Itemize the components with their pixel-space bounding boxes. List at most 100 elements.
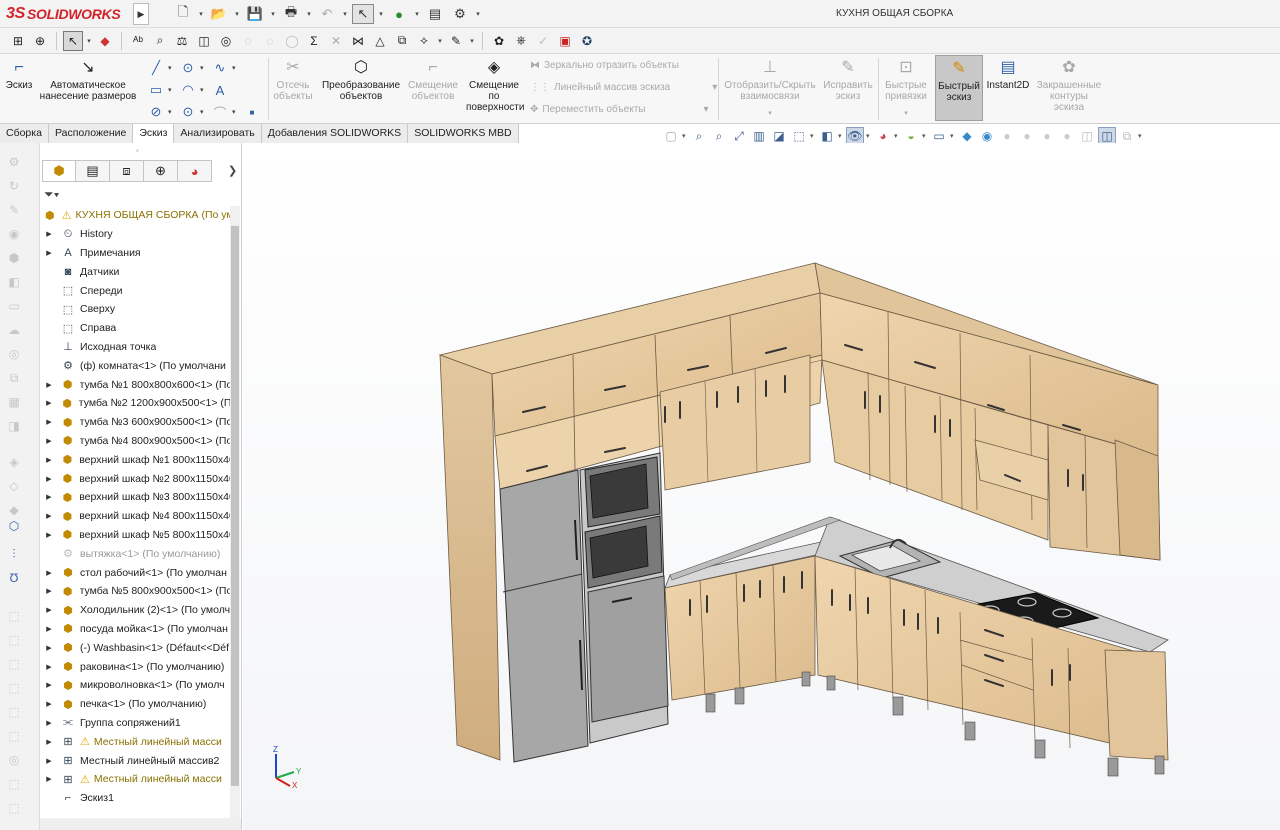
section-icon[interactable]: ◫ xyxy=(194,31,214,51)
insert-component-icon[interactable]: ⊞ xyxy=(8,31,28,51)
options-dropdown-icon[interactable]: ▾ xyxy=(474,10,482,18)
point-icon[interactable]: ■ xyxy=(242,102,262,122)
tab-assembly[interactable]: Сборка xyxy=(0,124,49,143)
tree-item[interactable]: ▶ ⬢ печка<1> (По умолчанию) xyxy=(40,695,230,714)
tab-mbd[interactable]: SOLIDWORKS MBD xyxy=(408,124,519,143)
view-settings-dropdown[interactable]: ▾ xyxy=(950,132,956,140)
linear-pattern-button[interactable]: ⋮⋮ Линейный массив эскиза ▾ xyxy=(530,82,717,93)
slot-dropdown[interactable]: ▾ xyxy=(168,102,176,122)
mirror-entities-button[interactable]: ⧓ Зеркально отразить объекты xyxy=(530,60,679,71)
feature-manager-tab-icon[interactable]: ⬢ xyxy=(42,160,76,182)
trim-button[interactable]: ✂ Отсечь объекты xyxy=(272,59,314,102)
tree-item[interactable]: ▶ ⬢ тумба №2 1200х900х500<1> (По xyxy=(40,394,230,413)
tree-scrollbar[interactable] xyxy=(230,206,240,826)
expand-arrow-icon[interactable]: ▶ xyxy=(44,738,54,746)
text-icon[interactable]: A xyxy=(210,80,230,100)
tree-item[interactable]: ◙ Датчики xyxy=(40,262,230,281)
polygon-icon[interactable]: ⊙ xyxy=(178,102,198,122)
expand-arrow-icon[interactable]: ▶ xyxy=(44,230,54,238)
display-manager-tab-icon[interactable]: ◕ xyxy=(178,160,212,182)
expand-arrow-icon[interactable]: ▶ xyxy=(44,512,54,520)
strip-pattern-icon[interactable]: ⫶ xyxy=(6,547,22,563)
strip-tool-icon[interactable]: ⬚ xyxy=(6,729,22,745)
save-icon[interactable]: 💾 xyxy=(244,4,266,24)
tree-scrollbar-thumb[interactable] xyxy=(231,226,239,786)
strip-tool-icon[interactable]: ◎ xyxy=(6,347,22,363)
select-icon[interactable]: ↖ xyxy=(352,4,374,24)
menu-expand-button[interactable]: ▶ xyxy=(133,3,149,25)
sketch-button[interactable]: ⌐ Эскиз xyxy=(4,59,34,91)
filter-icon[interactable]: ⏷▾ xyxy=(44,187,59,202)
expand-arrow-icon[interactable]: ▶ xyxy=(44,456,54,464)
tree-item[interactable]: ⚙ вытяжка<1> (По умолчанию) xyxy=(40,544,230,563)
monitor-dropdown[interactable]: ▾ xyxy=(1138,132,1144,140)
curvature-icon[interactable]: ✕ xyxy=(326,31,346,51)
strip-tool-icon[interactable]: ▦ xyxy=(6,395,22,411)
move-entities-button[interactable]: ✥ Переместить объекты ▾ xyxy=(530,104,709,115)
tab-sketch[interactable]: Эскиз xyxy=(133,124,175,143)
orientation-dropdown[interactable]: ▾ xyxy=(810,132,816,140)
fillet-icon[interactable]: ⌒ xyxy=(210,102,230,122)
offset-entities-button[interactable]: ⌐ Смещение объектов xyxy=(406,59,460,102)
strip-tool-icon[interactable]: ↻ xyxy=(6,179,22,195)
save-dropdown-icon[interactable]: ▾ xyxy=(269,10,277,18)
dimxpert-tab-icon[interactable]: ⊕ xyxy=(144,160,178,182)
expand-arrow-icon[interactable]: ▶ xyxy=(44,757,54,765)
tree-item[interactable]: ▶ ⬢ верхний шкаф №2 800х1150х40 xyxy=(40,469,230,488)
circle-icon[interactable]: ⊙ xyxy=(178,58,198,78)
strip-tool-icon[interactable]: ⬚ xyxy=(6,801,22,817)
rebuild-icon[interactable]: ● xyxy=(388,4,410,24)
repair-sketch-button[interactable]: ✎ Исправить эскиз xyxy=(822,59,874,102)
strip-tool-icon[interactable]: ⬚ xyxy=(6,657,22,673)
convert-entities-button[interactable]: ⬡ Преобразование объектов xyxy=(318,59,404,102)
tree-item[interactable]: ▶ ⬢ посуда мойка<1> (По умолчан xyxy=(40,620,230,639)
display-style-dropdown[interactable]: ▾ xyxy=(838,132,844,140)
compare-icon[interactable]: ⧉ xyxy=(392,31,412,51)
tree-item[interactable]: ▶ ⬢ верхний шкаф №3 800х1150х40 xyxy=(40,488,230,507)
select-tool-dropdown[interactable]: ▾ xyxy=(85,37,93,45)
tree-item[interactable]: ⬚ Спереди xyxy=(40,281,230,300)
strip-tool-icon[interactable]: ⬚ xyxy=(6,609,22,625)
tab-layout[interactable]: Расположение xyxy=(48,124,134,143)
tree-item[interactable]: ▶ ⬢ верхний шкаф №1 800х1150х40 xyxy=(40,450,230,469)
tab-evaluate[interactable]: Анализировать xyxy=(174,124,262,143)
options-icon[interactable]: ⚙ xyxy=(449,4,471,24)
tree-item[interactable]: ▶ ⬢ тумба №3 600х900х500<1> (По xyxy=(40,413,230,432)
strip-tool-icon[interactable]: ◎ xyxy=(6,753,22,769)
expand-arrow-icon[interactable]: ▶ xyxy=(44,531,54,539)
costing-icon[interactable]: ⎈ xyxy=(511,31,531,51)
print-dropdown-icon[interactable]: ▾ xyxy=(305,10,313,18)
strip-tool-icon[interactable]: ◧ xyxy=(6,275,22,291)
select-dropdown-icon[interactable]: ▾ xyxy=(377,10,385,18)
tree-root[interactable]: ⬢ ⚠ КУХНЯ ОБЩАЯ СБОРКА (По ум xyxy=(40,206,230,225)
tree-item[interactable]: ⬚ Сверху xyxy=(40,300,230,319)
quick-snaps-button[interactable]: ⊡ Быстрые привязки ▾ xyxy=(882,59,930,119)
expand-arrow-icon[interactable]: ▶ xyxy=(44,587,54,595)
display-relations-button[interactable]: ⊥ Отобразить/Скрыть взаимосвязи ▾ xyxy=(722,59,818,119)
check-icon[interactable]: ◯ xyxy=(282,31,302,51)
tree-item[interactable]: ⊥ Исходная точка xyxy=(40,338,230,357)
strip-tool-icon[interactable]: ⬚ xyxy=(6,681,22,697)
strip-tool-icon[interactable]: ◉ xyxy=(6,227,22,243)
tree-item[interactable]: ▶ ⬢ (-) Washbasin<1> (Défaut<<Déf xyxy=(40,638,230,657)
tree-item[interactable]: ▶ ⬢ стол рабочий<1> (По умолчан xyxy=(40,563,230,582)
tree-item[interactable]: ▶ ⊞ ⚠ Местный линейный масси xyxy=(40,732,230,751)
strip-tool-icon[interactable]: ☁ xyxy=(6,323,22,339)
clearance-icon[interactable]: ◌ xyxy=(238,31,258,51)
select-tool-icon[interactable]: ↖ xyxy=(63,30,83,51)
sustainability-icon[interactable]: ✓ xyxy=(533,31,553,51)
strip-tool-icon[interactable]: ◇ xyxy=(6,479,22,495)
tree-item[interactable]: ⌐ Эскиз1 xyxy=(40,789,230,808)
fillet-dropdown[interactable]: ▾ xyxy=(232,102,240,122)
open-dropdown-icon[interactable]: ▾ xyxy=(233,10,241,18)
tree-item[interactable]: ▶ ⬢ тумба №1 800х800х600<1> (По xyxy=(40,375,230,394)
rebuild-dropdown-icon[interactable]: ▾ xyxy=(413,10,421,18)
kitchen-assembly-model[interactable] xyxy=(243,143,1280,830)
configuration-manager-tab-icon[interactable]: ⧈ xyxy=(110,160,144,182)
toolbox-icon[interactable]: ▣ xyxy=(555,31,575,51)
strip-tool-icon[interactable]: ⬚ xyxy=(6,705,22,721)
tree-item[interactable]: ▶ ⬢ верхний шкаф №5 800х1150х40 xyxy=(40,526,230,545)
spell-check-icon[interactable]: ᴬᵇ xyxy=(128,31,148,51)
zebra-icon[interactable]: ⟡ xyxy=(414,31,434,51)
scene-dropdown[interactable]: ▾ xyxy=(922,132,928,140)
